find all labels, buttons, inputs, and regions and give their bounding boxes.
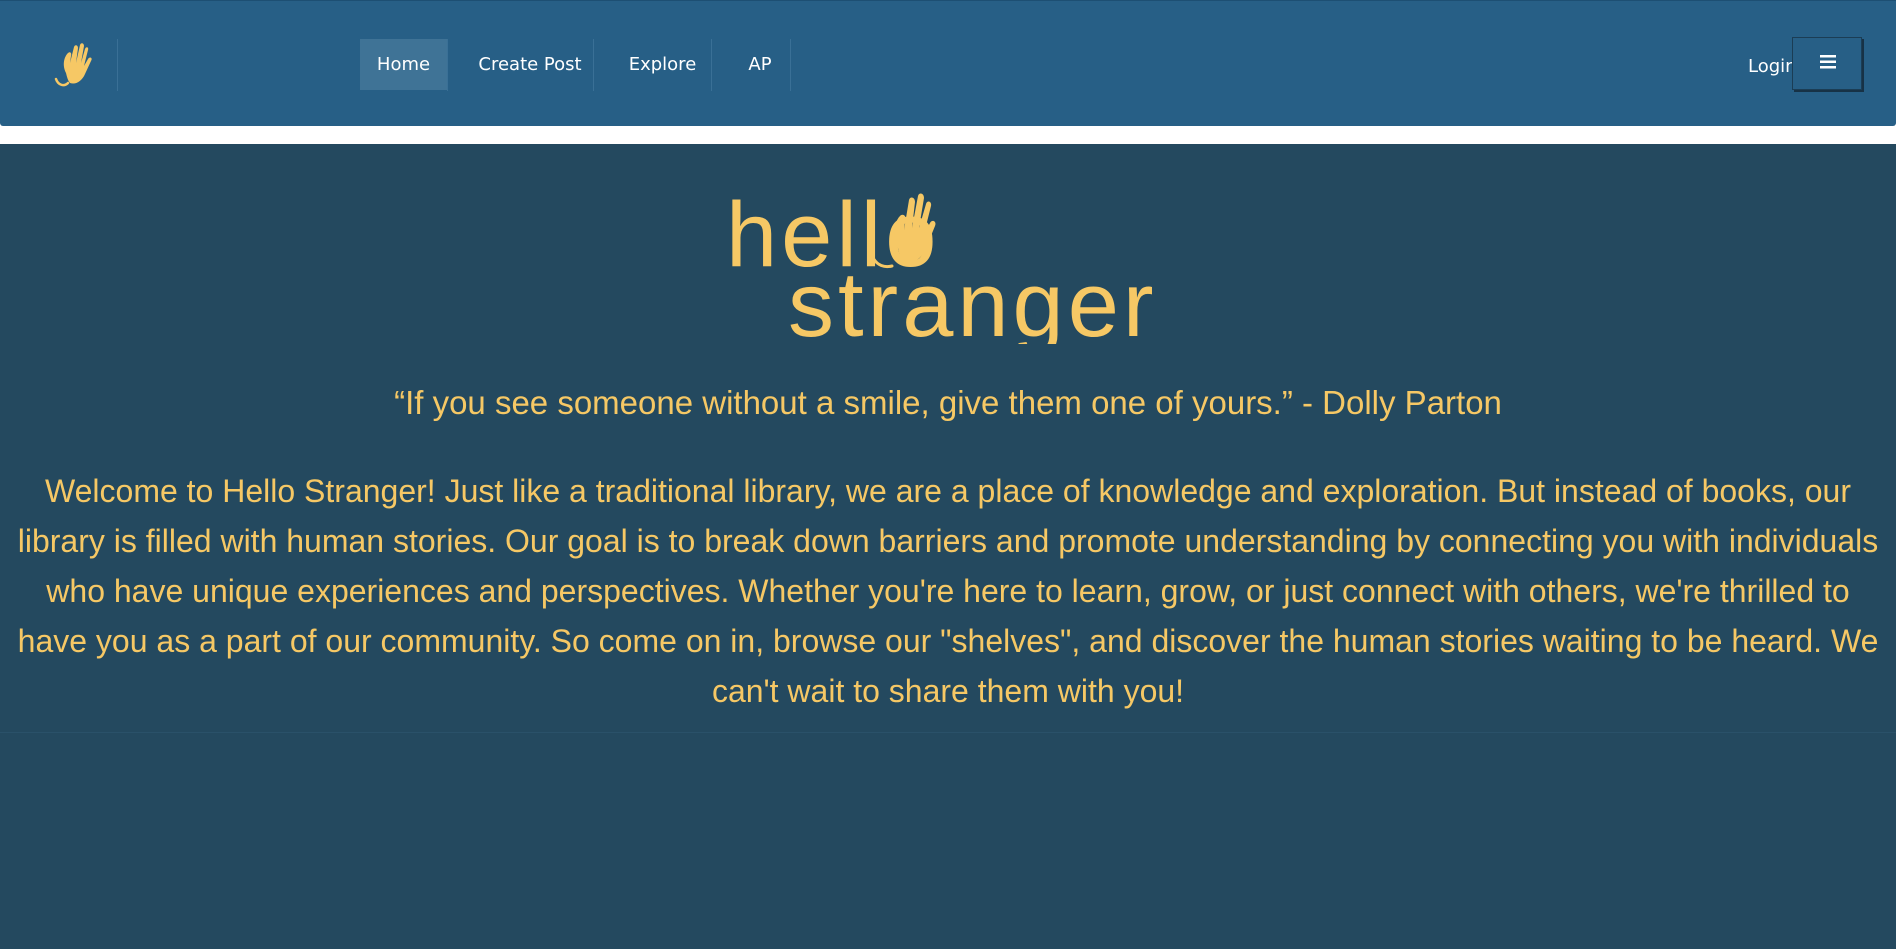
- welcome-message: Welcome to Hello Stranger! Just like a t…: [17, 473, 1879, 709]
- nav-create-post[interactable]: Create Post: [467, 39, 593, 90]
- waving-hand-icon[interactable]: [52, 39, 98, 89]
- nav-ap[interactable]: AP: [730, 39, 790, 90]
- nav-divider: [593, 39, 594, 91]
- top-navbar: Home Create Post Explore AP Login: [0, 0, 1896, 126]
- nav-divider: [790, 39, 791, 91]
- featured-quote: “If you see someone without a smile, giv…: [394, 384, 1502, 421]
- nav-divider: [447, 39, 448, 91]
- nav-divider: [711, 39, 712, 91]
- nav-explore[interactable]: Explore: [614, 39, 711, 90]
- section-divider: [0, 732, 1896, 733]
- nav-home[interactable]: Home: [360, 39, 447, 90]
- login-link[interactable]: Login: [1748, 39, 1797, 95]
- nav-divider: [117, 39, 118, 91]
- menu-button[interactable]: [1792, 37, 1862, 90]
- hamburger-icon: [1820, 55, 1836, 69]
- hello-stranger-logo: hello stranger: [726, 184, 1158, 344]
- logo-stranger-text: stranger: [788, 254, 1158, 344]
- main-content: hello stranger “If you see someone witho…: [0, 144, 1896, 949]
